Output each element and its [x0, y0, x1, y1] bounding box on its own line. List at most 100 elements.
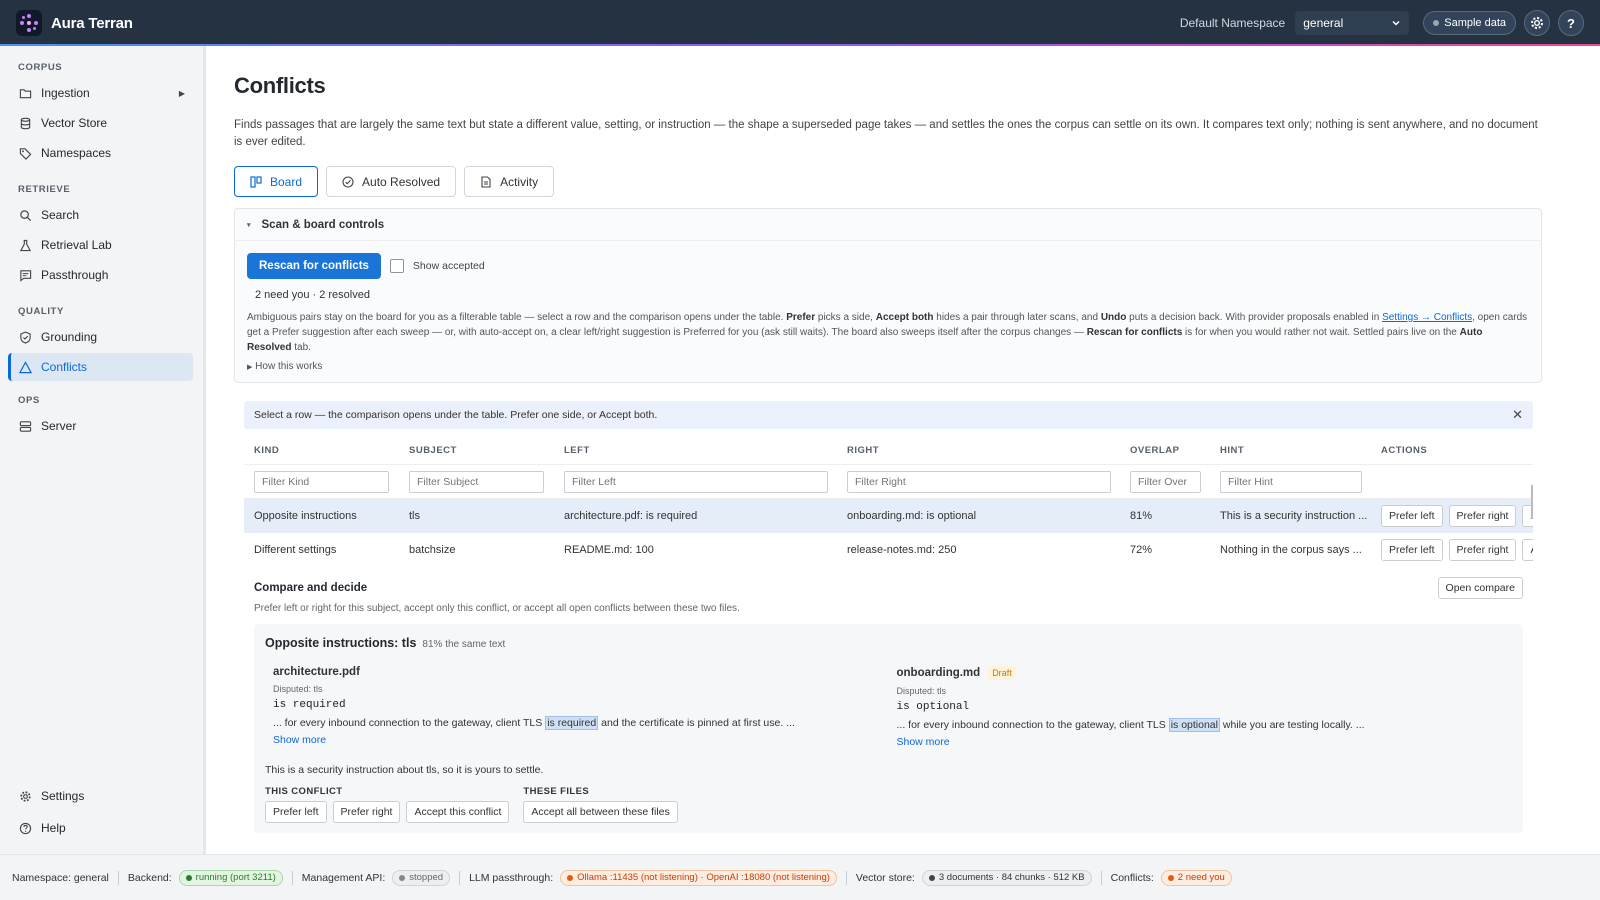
these-files-label: THESE FILES — [523, 786, 590, 797]
backend-status-badge: running (port 3211) — [178, 869, 283, 886]
table-scrollbar[interactable] — [1531, 485, 1533, 519]
prefer-left-button[interactable]: Prefer left — [1381, 539, 1443, 561]
draft-badge: Draft — [988, 666, 1016, 680]
scan-controls-panel: ▾ Scan & board controls Rescan for confl… — [234, 208, 1542, 383]
card-prefer-right-button[interactable]: Prefer right — [332, 801, 401, 823]
table-row[interactable]: Opposite instructions tls architecture.p… — [244, 499, 1533, 533]
banner-text: Select a row — the comparison opens unde… — [254, 409, 658, 421]
column-header-actions: ACTIONS — [1381, 445, 1428, 456]
cell-right: release-notes.md: 250 — [847, 544, 957, 556]
prefer-left-button[interactable]: Prefer left — [1381, 505, 1443, 527]
status-dot-icon — [928, 874, 935, 881]
show-accepted-label: Show accepted — [412, 260, 485, 272]
sidebar-item-ingestion[interactable]: Ingestion ▶ — [8, 79, 193, 107]
this-conflict-label: THIS CONFLICT — [265, 786, 343, 797]
column-header-kind[interactable]: KIND — [244, 445, 399, 456]
column-header-overlap[interactable]: OVERLAP — [1120, 445, 1210, 456]
namespace-select[interactable]: general — [1295, 11, 1410, 35]
info-banner: Select a row — the comparison opens unde… — [244, 401, 1533, 429]
compare-card-title: Opposite instructions: tls 81% the same t… — [265, 636, 506, 650]
filter-row — [244, 465, 1533, 499]
open-compare-button[interactable]: Open compare — [1437, 577, 1523, 599]
settings-button[interactable] — [1524, 10, 1550, 36]
namespace-value: general — [1303, 16, 1344, 30]
show-accepted-checkbox[interactable] — [389, 259, 404, 273]
filter-kind-input[interactable] — [254, 470, 389, 493]
cell-hint: This is a security instruction ... — [1220, 510, 1368, 522]
column-header-right[interactable]: RIGHT — [837, 445, 1120, 456]
these-files-group: THESE FILES Accept all between these fil… — [523, 786, 678, 823]
status-dot-icon — [185, 874, 192, 881]
sidebar-item-grounding[interactable]: Grounding — [8, 323, 193, 351]
scan-controls-toggle[interactable]: ▾ Scan & board controls — [235, 209, 1541, 241]
status-dot-icon — [1433, 20, 1440, 26]
right-disputed: Disputed: tls — [896, 686, 947, 696]
close-icon[interactable]: ✕ — [1512, 407, 1523, 423]
right-side: onboarding.md Draft Disputed: tls is opti… — [889, 666, 1513, 748]
filter-overlap-input[interactable] — [1130, 470, 1201, 493]
status-mgmt-label: Management API: — [301, 871, 386, 884]
accept-all-between-files-button[interactable]: Accept all between these files — [523, 801, 678, 823]
vector-status-badge: 3 documents · 84 chunks · 512 KB — [921, 869, 1092, 886]
tab-label: Board — [270, 174, 303, 189]
rescan-button[interactable]: Rescan for conflicts — [247, 253, 381, 279]
filter-right-input[interactable] — [847, 470, 1111, 493]
board-help-text: Ambiguous pairs stay on the board for yo… — [247, 312, 1528, 353]
sidebar-item-label: Retrieval Lab — [41, 238, 112, 252]
right-value: is optional — [896, 701, 970, 713]
left-show-more-link[interactable]: Show more — [273, 734, 889, 746]
chevron-down-icon: ▾ — [247, 221, 251, 229]
card-prefer-left-button[interactable]: Prefer left — [265, 801, 327, 823]
sidebar-item-namespaces[interactable]: Namespaces — [8, 139, 193, 167]
cell-right: onboarding.md: is optional — [847, 510, 977, 522]
accept-button[interactable]: Ac — [1522, 539, 1533, 561]
main-content: Conflicts Finds passages that are largel… — [206, 46, 1600, 854]
prefer-right-button[interactable]: Prefer right — [1448, 505, 1517, 527]
status-dot-icon — [1167, 874, 1174, 881]
accept-this-conflict-button[interactable]: Accept this conflict — [406, 801, 510, 823]
status-bar: Namespace: general Backend: running (por… — [0, 854, 1600, 900]
filter-subject-input[interactable] — [409, 470, 544, 493]
left-file-name: architecture.pdf — [273, 666, 360, 678]
sidebar-item-settings[interactable]: Settings — [8, 782, 193, 810]
tab-board[interactable]: Board — [234, 166, 319, 197]
tab-bar: Board Auto Resolved Activity — [234, 166, 1572, 197]
tab-label: Auto Resolved — [362, 174, 441, 189]
tag-icon — [19, 147, 32, 160]
tab-auto-resolved[interactable]: Auto Resolved — [326, 166, 457, 197]
table-row[interactable]: Different settings batchsize README.md: … — [244, 533, 1533, 567]
column-header-subject[interactable]: SUBJECT — [399, 445, 554, 456]
filter-hint-input[interactable] — [1220, 470, 1362, 493]
how-this-works-toggle[interactable]: ▶ How this works — [247, 361, 1529, 372]
left-value: is required — [273, 699, 346, 711]
this-conflict-group: THIS CONFLICT Prefer left Prefer right A… — [265, 786, 510, 823]
help-button[interactable]: ? — [1558, 10, 1584, 36]
prefer-right-button[interactable]: Prefer right — [1448, 539, 1517, 561]
top-bar: Aura Terran Default Namespace general Sa… — [0, 0, 1600, 46]
sidebar-item-help[interactable]: Help — [8, 814, 193, 842]
sidebar-item-passthrough[interactable]: Passthrough — [8, 261, 193, 289]
table-header: KIND SUBJECT LEFT RIGHT OVERLAP HINT ACT… — [244, 437, 1533, 465]
column-header-left[interactable]: LEFT — [554, 445, 837, 456]
panel-title: Scan & board controls — [261, 218, 385, 231]
sidebar-item-label: Search — [41, 208, 80, 222]
right-show-more-link[interactable]: Show more — [897, 736, 1513, 748]
check-circle-icon — [342, 175, 354, 188]
sidebar-item-search[interactable]: Search — [8, 201, 193, 229]
overlap-note: 81% the same text — [422, 639, 506, 650]
column-header-hint[interactable]: HINT — [1210, 445, 1371, 456]
sidebar-item-server[interactable]: Server — [8, 412, 193, 440]
settings-conflicts-link[interactable]: Settings → Conflicts — [1382, 312, 1472, 323]
sample-data-button[interactable]: Sample data — [1423, 11, 1516, 35]
sidebar-item-label: Help — [41, 821, 66, 835]
conflicts-status-badge[interactable]: 2 need you — [1160, 869, 1232, 886]
decision-note: This is a security instruction about tls… — [265, 764, 544, 776]
sidebar-item-conflicts[interactable]: Conflicts — [8, 353, 193, 381]
tab-activity[interactable]: Activity — [464, 166, 555, 197]
cell-hint: Nothing in the corpus says ... — [1220, 544, 1362, 556]
filter-left-input[interactable] — [564, 470, 828, 493]
section-quality: QUALITY — [18, 306, 64, 317]
sidebar-item-retrieval-lab[interactable]: Retrieval Lab — [8, 231, 193, 259]
sidebar-item-vector-store[interactable]: Vector Store — [8, 109, 193, 137]
flask-icon — [19, 239, 32, 251]
